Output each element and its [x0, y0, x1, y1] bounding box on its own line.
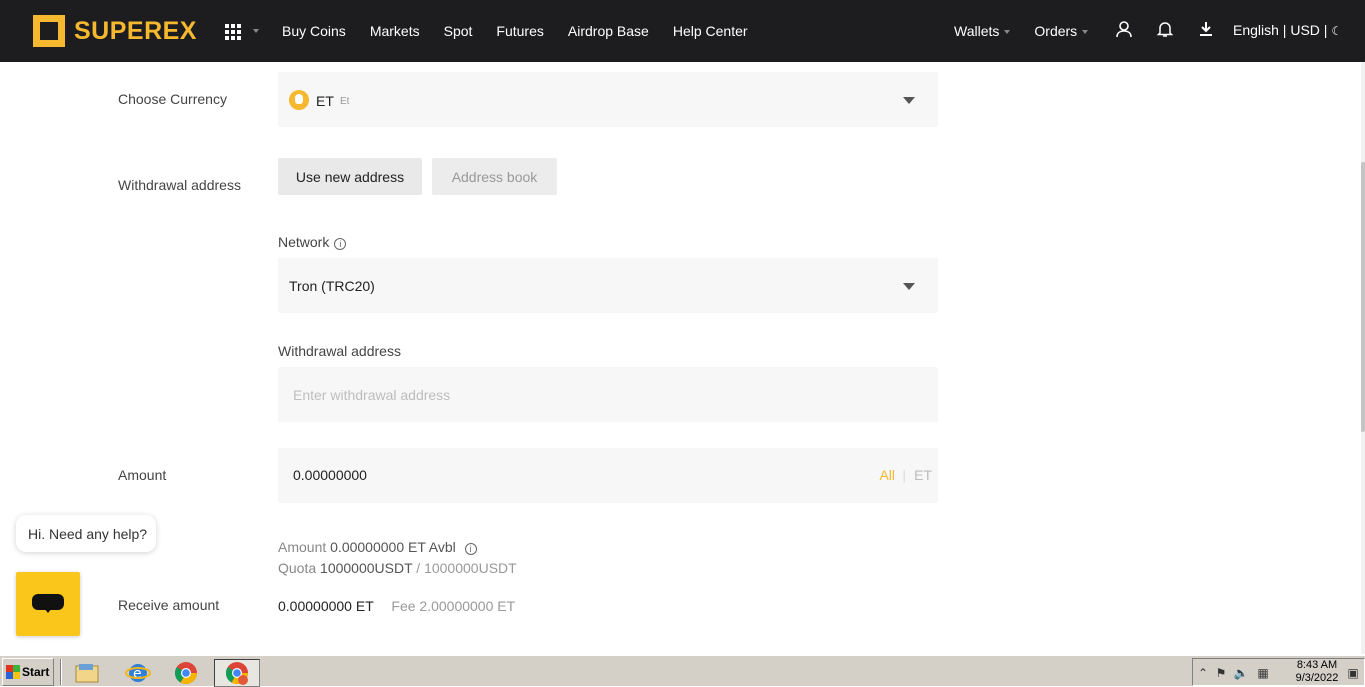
amount-field: 0.00000000 All | ET [278, 448, 938, 503]
network-label: Network i [278, 234, 347, 250]
nav-spot[interactable]: Spot [444, 23, 473, 39]
superex-logo[interactable]: SUPEREX [33, 15, 197, 47]
nav-futures[interactable]: Futures [496, 23, 543, 39]
network-icon[interactable]: ▦ [1255, 665, 1271, 681]
nav-orders-label: Orders [1034, 23, 1078, 39]
quota-total: / 1000000USDT [416, 560, 517, 576]
clock-date: 9/3/2022 [1295, 672, 1339, 684]
network-label-text: Network [278, 234, 330, 250]
help-bubble[interactable]: Hi. Need any help? [16, 515, 156, 552]
chat-tail [44, 608, 52, 613]
network-value: Tron (TRC20) [289, 278, 375, 294]
show-desktop-icon[interactable]: ▣ [1345, 665, 1361, 681]
taskbar-clock[interactable]: 8:43 AM 9/3/2022 [1292, 659, 1342, 685]
amount-separator: | [902, 467, 906, 483]
quota-prefix: Quota [278, 560, 317, 576]
chevron-down-icon [253, 29, 259, 33]
info-icon[interactable]: i [334, 238, 347, 250]
network-select[interactable]: Tron (TRC20) [278, 258, 938, 313]
currency-select[interactable]: ET Et [278, 72, 938, 127]
start-label: Start [22, 665, 50, 679]
nav-airdrop-base[interactable]: Airdrop Base [568, 23, 649, 39]
amount-all-button[interactable]: All [879, 467, 895, 483]
chevron-down-icon [903, 282, 915, 290]
chevron-up-icon[interactable]: ⌃ [1195, 665, 1211, 681]
nav-wallets-label: Wallets [954, 23, 1000, 39]
page-scrollbar[interactable] [1361, 62, 1365, 654]
language-currency-selector[interactable]: English | USD | ☾ [1233, 22, 1342, 38]
volume-icon[interactable]: 🔈 [1233, 665, 1249, 681]
taskbar-separator [60, 659, 62, 685]
main-nav: Buy Coins Markets Spot Futures Airdrop B… [282, 0, 772, 62]
currency-label: Choose Currency [118, 91, 227, 107]
quota: Quota 1000000USDT / 1000000USDT [278, 560, 517, 576]
amount-unit: ET [914, 467, 932, 483]
address-book-button[interactable]: Address book [432, 158, 557, 195]
nav-markets[interactable]: Markets [370, 23, 420, 39]
windows-flag-icon [6, 665, 20, 679]
chrome-active-window[interactable] [214, 659, 260, 687]
clock-time: 8:43 AM [1296, 659, 1338, 671]
apps-grid-icon[interactable] [225, 24, 241, 40]
internet-explorer-icon[interactable]: e [123, 659, 153, 687]
withdrawal-address-field-label: Withdrawal address [278, 343, 401, 359]
info-icon[interactable]: i [464, 543, 477, 555]
nav-buy-coins[interactable]: Buy Coins [282, 23, 346, 39]
withdrawal-address-input[interactable] [293, 367, 913, 422]
explorer-folder-icon[interactable] [72, 659, 102, 687]
logo-mark-icon [33, 15, 65, 47]
amount-label: Amount [118, 467, 167, 483]
amount-input[interactable]: 0.00000000 [293, 467, 367, 483]
download-icon[interactable] [1197, 20, 1217, 40]
chrome-icon[interactable] [171, 659, 201, 687]
nav-orders[interactable]: Orders [1034, 23, 1089, 39]
receive-amount-value: 0.00000000 ET [278, 598, 374, 614]
available-value: 0.00000000 ET Avbl [330, 539, 456, 555]
security-alert-icon[interactable]: ⚑ [1213, 665, 1229, 681]
available-prefix: Amount [278, 539, 327, 555]
language-label: English | USD | [1233, 22, 1328, 38]
user-icon[interactable] [1115, 20, 1135, 40]
nav-wallets[interactable]: Wallets [954, 23, 1011, 39]
scrollbar-thumb[interactable] [1361, 162, 1365, 432]
logo-text: SUPEREX [74, 16, 197, 45]
receive-amount: 0.00000000 ET Fee 2.00000000 ET [278, 598, 515, 614]
withdrawal-address-field [278, 367, 938, 422]
currency-symbol: ET [316, 93, 334, 109]
use-new-address-button[interactable]: Use new address [278, 158, 422, 195]
fee-value: Fee 2.00000000 ET [391, 598, 516, 614]
chat-button[interactable] [16, 572, 80, 636]
chevron-down-icon [1082, 30, 1089, 35]
start-button[interactable]: Start [2, 658, 54, 686]
account-nav: Wallets Orders [954, 0, 1112, 62]
receive-amount-label: Receive amount [118, 597, 220, 613]
top-navbar: SUPEREX Buy Coins Markets Spot Futures A… [0, 0, 1365, 62]
moon-icon[interactable]: ☾ [1331, 24, 1342, 38]
chevron-down-icon [1004, 30, 1011, 35]
windows-taskbar: Start e ⌃ ⚑ 🔈 ▦ ▣ 8:43 AM 9/3/2022 [0, 654, 1365, 687]
nav-help-center[interactable]: Help Center [673, 23, 748, 39]
currency-name: Et [340, 96, 350, 107]
chevron-down-icon [903, 96, 915, 104]
available-amount: Amount 0.00000000 ET Avbl i [278, 539, 477, 555]
et-coin-icon [289, 90, 309, 110]
bell-icon[interactable] [1156, 20, 1176, 40]
quota-value: 1000000USDT [320, 560, 413, 576]
withdrawal-address-label: Withdrawal address [118, 177, 241, 193]
